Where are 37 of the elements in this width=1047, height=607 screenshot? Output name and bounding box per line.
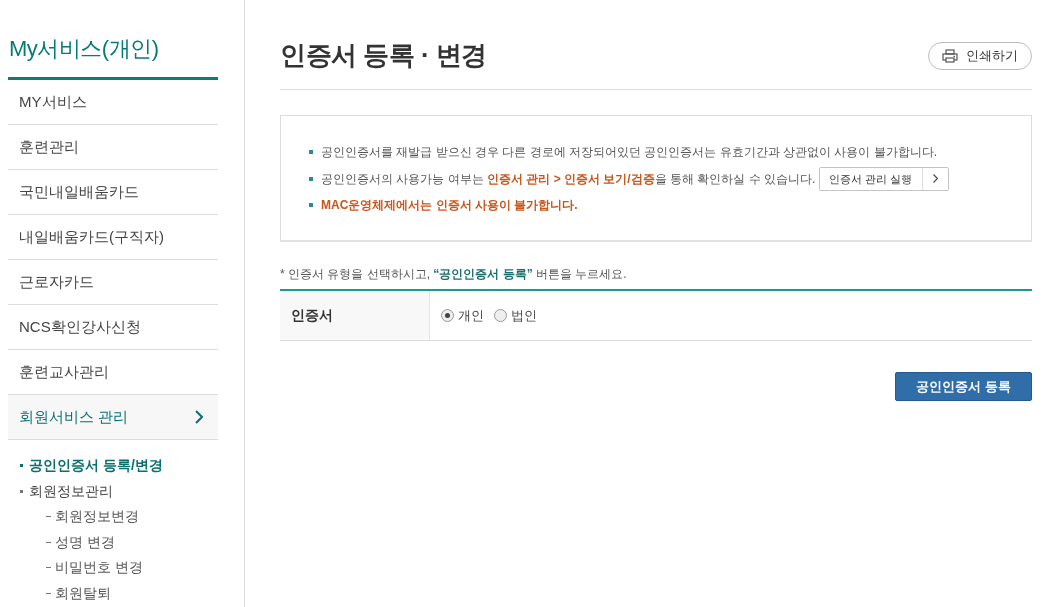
bullet-icon: [309, 176, 313, 181]
dash-icon: [46, 567, 51, 569]
dash-icon: [46, 541, 51, 543]
radio-option[interactable]: 개인: [441, 305, 484, 326]
sidebar-item[interactable]: 훈련관리: [8, 125, 218, 170]
page-title: 인증서 등록 · 변경: [280, 39, 487, 72]
submenu-item[interactable]: 회원정보관리: [20, 478, 218, 504]
sidebar-item[interactable]: MY서비스: [8, 80, 218, 125]
print-button[interactable]: 인쇄하기: [928, 41, 1032, 70]
sidebar-item[interactable]: 근로자카드: [8, 260, 218, 305]
run-manager-button[interactable]: 인증서 관리 실행: [819, 166, 949, 191]
instruction-text: * 인증서 유형을 선택하시고, “공인인증서 등록” 버튼을 누르세요.: [280, 266, 628, 283]
register-certificate-button[interactable]: 공인인증서 등록: [895, 372, 1032, 401]
chevron-right-icon: [195, 410, 203, 424]
submenu-item[interactable]: 비밀번호 변경: [20, 555, 218, 581]
submenu-item[interactable]: 회원탈퇴: [20, 580, 218, 606]
bullet-icon: [20, 463, 23, 467]
bullet-icon: [309, 203, 313, 208]
sidebar-title: My서비스(개인): [8, 34, 218, 80]
bullet-icon: [309, 150, 313, 155]
submenu-item[interactable]: 회원정보변경: [20, 504, 218, 530]
submenu-item[interactable]: 성명 변경: [20, 529, 218, 555]
notice-text: MAC운영체제에서는 인증서 사용이 불가합니다.: [321, 197, 578, 215]
table-header-cell: 인증서: [280, 291, 430, 340]
dash-icon: [46, 592, 51, 594]
radio-option[interactable]: 법인: [494, 305, 537, 326]
bullet-icon: [20, 489, 23, 493]
sidebar-item[interactable]: 회원서비스 관리: [8, 395, 218, 440]
sidebar-item[interactable]: 내일배움카드(구직자): [8, 215, 218, 260]
submenu-item[interactable]: 공인인증서 등록/변경: [20, 452, 218, 478]
sidebar-item[interactable]: 국민내일배움카드: [8, 170, 218, 215]
sidebar-item[interactable]: NCS확인강사신청: [8, 305, 218, 350]
printer-icon: [942, 48, 958, 63]
chevron-right-icon: [932, 174, 938, 184]
dash-icon: [46, 516, 51, 518]
notice-text: 공인인증서의 사용가능 여부는 인증서 관리 > 인증서 보기/검증을 통해 확인하실 수 있습니다.: [321, 170, 816, 188]
notice-text: 공인인증서를 재발급 받으신 경우 다른 경로에 저장되어있던 공인인증서는 유효기간과 상관없이 사용이 불가합니다.: [321, 144, 937, 162]
